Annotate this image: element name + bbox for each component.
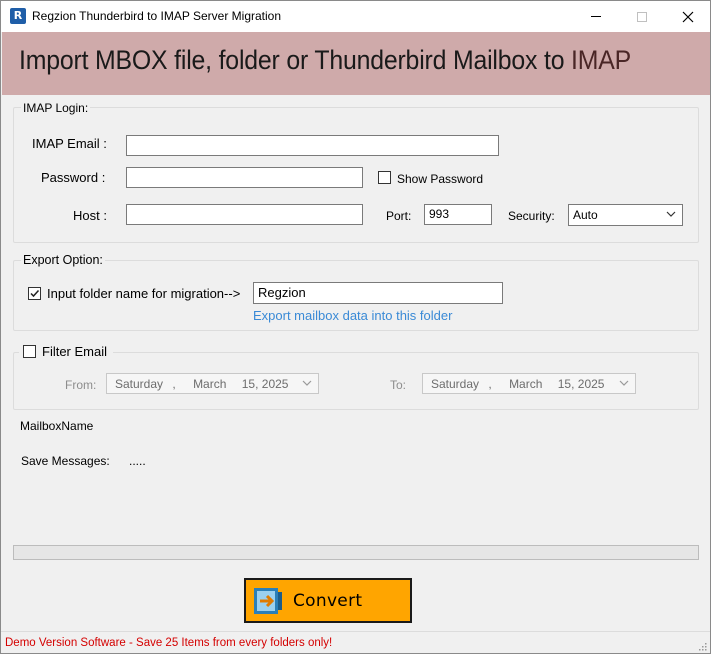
security-select-value: Auto <box>573 208 598 222</box>
save-messages-value: ..... <box>129 454 146 468</box>
host-label: Host : <box>73 208 107 223</box>
from-date-label: From: <box>65 378 97 392</box>
from-date-sep: , <box>172 377 176 391</box>
convert-icon <box>254 588 282 614</box>
to-date-picker[interactable]: Saturday , March 15, 2025 <box>422 373 636 394</box>
password-input[interactable] <box>126 167 363 188</box>
filter-email-checkbox[interactable] <box>23 345 36 358</box>
filter-email-label[interactable]: Filter Email <box>42 344 107 359</box>
banner-title: Import MBOX file, folder or Thunderbird … <box>19 45 631 76</box>
window-title: Regzion Thunderbird to IMAP Server Migra… <box>32 9 282 23</box>
title-bar[interactable]: R Regzion Thunderbird to IMAP Server Mig… <box>1 1 710 32</box>
status-bar: Demo Version Software - Save 25 Items fr… <box>1 631 710 653</box>
folder-name-checkbox[interactable] <box>28 287 41 300</box>
port-label: Port: <box>386 209 412 223</box>
from-date-month: March <box>193 377 227 391</box>
folder-name-checkbox-label[interactable]: Input folder name for migration--> <box>47 286 240 301</box>
from-date-picker[interactable]: Saturday , March 15, 2025 <box>106 373 319 394</box>
to-date-sep: , <box>488 377 492 391</box>
convert-button-label: Convert <box>293 591 363 611</box>
show-password-checkbox[interactable] <box>378 171 391 184</box>
close-button[interactable] <box>665 1 710 32</box>
export-folder-hint-link[interactable]: Export mailbox data into this folder <box>253 308 452 323</box>
imap-email-input[interactable] <box>126 135 499 156</box>
maximize-icon <box>637 11 647 22</box>
show-password-label[interactable]: Show Password <box>397 172 483 186</box>
from-date-weekday: Saturday <box>115 377 164 391</box>
imap-email-label: IMAP Email : <box>32 136 107 151</box>
banner-title-accent: IMAP <box>571 45 632 75</box>
close-icon <box>682 11 694 22</box>
from-date-dayyear: 15, 2025 <box>241 377 289 391</box>
header-banner: Import MBOX file, folder or Thunderbird … <box>2 32 710 95</box>
app-logo-icon: R <box>10 8 26 24</box>
chevron-down-icon <box>302 380 312 386</box>
to-date-month: March <box>509 377 543 391</box>
banner-title-main: Import MBOX file, folder or Thunderbird … <box>19 45 572 75</box>
to-date-weekday: Saturday <box>431 377 480 391</box>
app-window: R Regzion Thunderbird to IMAP Server Mig… <box>0 0 711 654</box>
host-input[interactable] <box>126 204 363 225</box>
mailbox-name-label: MailboxName <box>20 419 94 433</box>
export-option-legend: Export Option: <box>21 253 105 267</box>
to-date-label: To: <box>390 378 407 392</box>
folder-name-input[interactable]: Regzion <box>253 282 503 304</box>
port-input[interactable]: 993 <box>424 204 492 225</box>
minimize-icon <box>591 16 601 17</box>
chevron-down-icon <box>666 211 676 217</box>
security-label: Security: <box>508 209 555 223</box>
save-messages-label: Save Messages: <box>21 454 110 468</box>
maximize-button[interactable] <box>619 1 665 32</box>
migration-progress-bar <box>13 545 699 560</box>
checkmark-icon <box>30 289 40 298</box>
security-select[interactable]: Auto <box>568 204 683 226</box>
imap-login-legend: IMAP Login: <box>21 101 91 115</box>
to-date-dayyear: 15, 2025 <box>557 377 605 391</box>
resize-grip-icon[interactable] <box>697 641 707 651</box>
minimize-button[interactable] <box>573 1 619 32</box>
demo-status-text: Demo Version Software - Save 25 Items fr… <box>5 637 333 649</box>
convert-button[interactable]: Convert <box>244 578 412 623</box>
password-label: Password : <box>41 170 106 185</box>
chevron-down-icon <box>619 380 629 386</box>
